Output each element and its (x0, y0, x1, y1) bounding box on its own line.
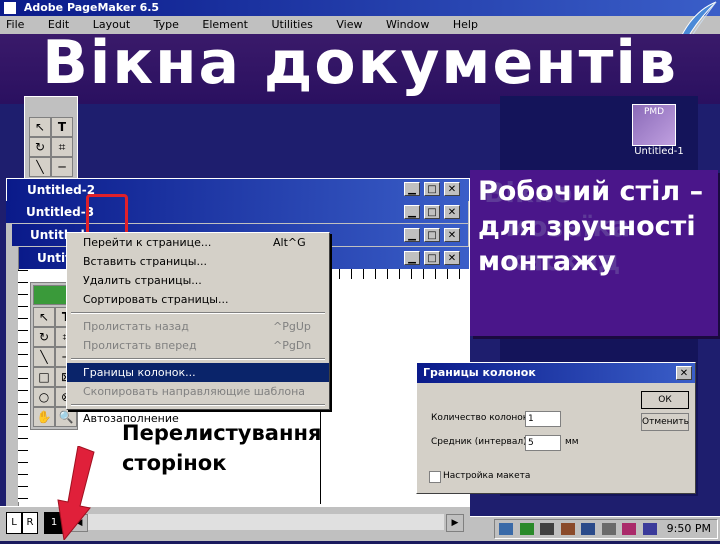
count-input[interactable]: 1 (525, 411, 561, 427)
red-arrow-icon (50, 445, 96, 542)
checkbox-label: Настройка макета (443, 471, 531, 481)
menu-item-sort[interactable]: Сортировать страницы... (67, 290, 329, 309)
tray-printer-icon[interactable] (560, 523, 575, 535)
menu-item-goto[interactable]: Перейти к странице... Alt^G (67, 233, 329, 252)
dialog-title: Границы колонок (423, 366, 536, 379)
tray-network-icon[interactable] (519, 523, 534, 535)
menu-separator (71, 358, 325, 360)
left-master-page[interactable]: L (6, 512, 22, 534)
caption-text: Перелистування сторінок (122, 421, 322, 475)
callout-text: Робочий стіл – для зручності монтажу (478, 176, 704, 277)
pmd-label: PMD (643, 107, 665, 117)
vertical-ruler (18, 270, 28, 502)
context-menu: Перейти к странице... Alt^G Вставить стр… (66, 232, 330, 425)
doc-titlebar-1[interactable]: Untitled-2 (7, 179, 469, 201)
dialog-titlebar[interactable]: Границы колонок ✕ (417, 363, 695, 383)
maximize-button[interactable]: □ (424, 251, 440, 265)
line-tool-icon[interactable]: ╲ (33, 347, 55, 367)
menu-separator (71, 404, 325, 406)
desktop-file-icon[interactable]: PMD (632, 104, 676, 146)
doc-title: Untitled-3 (26, 205, 95, 219)
dialog-close-button[interactable]: ✕ (676, 366, 692, 380)
shortcut-label: Alt^G (273, 236, 306, 249)
pointer-tool-icon[interactable]: ↖ (29, 117, 51, 137)
menu-item-scroll-back[interactable]: Пролистать назад ^PgUp (67, 317, 329, 336)
tray-lang-icon[interactable] (642, 523, 657, 535)
crop-tool-icon[interactable]: ⌗ (51, 137, 73, 157)
right-master-page[interactable]: R (22, 512, 38, 534)
gap-unit: мм (565, 437, 579, 447)
maximize-button[interactable]: □ (424, 228, 440, 242)
toolbox: ↖ T ↻ ⌗ ╲ ─ (24, 96, 78, 180)
menu-item-column-guides[interactable]: Границы колонок... (67, 363, 329, 382)
line-tool-icon[interactable]: ╲ (29, 157, 51, 177)
clock[interactable]: 9:50 PM (667, 520, 711, 538)
close-button[interactable]: ✕ (444, 228, 460, 242)
menu-item-insert[interactable]: Вставить страницы... (67, 252, 329, 271)
tray-keyboard-icon[interactable] (581, 523, 595, 535)
minimize-button[interactable]: ▁ (404, 228, 420, 242)
close-button[interactable]: ✕ (444, 205, 460, 219)
minimize-button[interactable]: ▁ (404, 182, 420, 196)
app-title: Adobe PageMaker 6.5 (23, 1, 160, 14)
text-tool-icon[interactable]: T (51, 117, 73, 137)
close-button[interactable]: ✕ (444, 251, 460, 265)
gap-input[interactable]: 5 (525, 435, 561, 451)
rotate-tool-icon[interactable]: ↻ (33, 327, 55, 347)
minimize-button[interactable]: ▁ (404, 205, 420, 219)
tray-volume-icon[interactable] (540, 523, 554, 535)
shortcut-label: ^PgDn (273, 339, 312, 352)
menu-item-copy-guides[interactable]: Скопировать направляющие шаблона (67, 382, 329, 401)
minimize-button[interactable]: ▁ (404, 251, 420, 265)
tray-monitor-icon[interactable] (601, 523, 616, 535)
doc-title: Untitled-2 (27, 183, 96, 197)
rect-tool-icon[interactable]: □ (33, 367, 55, 387)
rotate-tool-icon[interactable]: ↻ (29, 137, 51, 157)
menu-separator (71, 312, 325, 314)
ellipse-tool-icon[interactable]: ○ (33, 387, 55, 407)
gap-label: Средник (интервал): (431, 437, 530, 447)
maximize-button[interactable]: □ (424, 205, 440, 219)
hand-tool-icon[interactable]: ✋ (33, 407, 55, 427)
tray-app-icon[interactable] (499, 523, 513, 535)
column-guides-dialog: Границы колонок ✕ Количество колонок: 1 … (416, 362, 696, 494)
cancel-button[interactable]: Отменить (641, 413, 689, 431)
menu-item-delete[interactable]: Удалить страницы... (67, 271, 329, 290)
ok-button[interactable]: ОК (641, 391, 689, 409)
system-tray: 9:50 PM (494, 519, 718, 539)
close-button[interactable]: ✕ (444, 182, 460, 196)
tray-agent-icon[interactable] (622, 523, 636, 535)
slide-title: Вікна документів (42, 28, 678, 98)
maximize-button[interactable]: □ (424, 182, 440, 196)
scroll-right-button[interactable]: ▶ (446, 514, 464, 532)
doc-titlebar-2[interactable]: Untitled-3 (6, 201, 468, 223)
app-icon (4, 2, 16, 14)
layout-checkbox[interactable] (429, 471, 441, 483)
desktop-icon-label: Untitled-1 (634, 146, 684, 157)
count-label: Количество колонок: (431, 413, 532, 423)
menu-item-scroll-forward[interactable]: Пролистать вперед ^PgDn (67, 336, 329, 355)
horizontal-scrollbar[interactable] (88, 514, 444, 530)
app-titlebar: Adobe PageMaker 6.5 (0, 0, 720, 16)
shortcut-label: ^PgUp (273, 320, 311, 333)
hline-tool-icon[interactable]: ─ (51, 157, 73, 177)
pointer-tool-icon[interactable]: ↖ (33, 307, 55, 327)
